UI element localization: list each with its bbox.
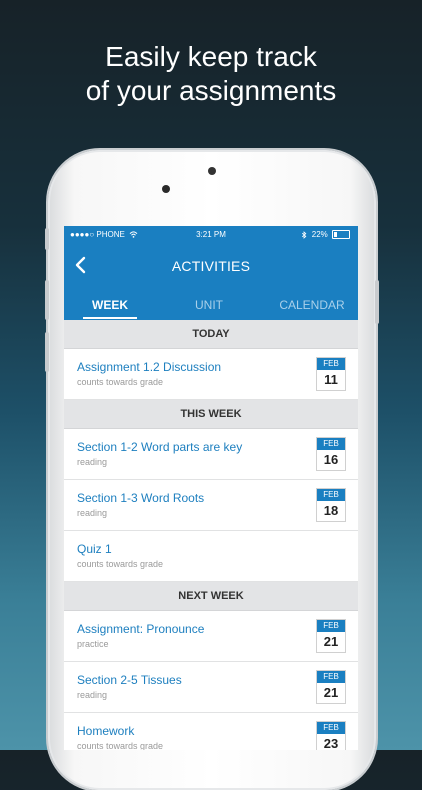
item-subtitle: reading <box>77 457 108 467</box>
item-subtitle: practice <box>77 639 109 649</box>
date-month: FEB <box>317 358 345 370</box>
item-title: Homework <box>77 724 135 738</box>
date-badge: FEB 18 <box>316 488 346 522</box>
date-day: 16 <box>323 452 339 467</box>
app-screen: ●●●●○ PHONE 3:21 PM 22% ACTIVITIES WEEK … <box>64 226 358 750</box>
item-title: Assignment: Pronounce <box>77 622 205 636</box>
list-item[interactable]: Quiz 1 counts towards grade <box>64 531 358 582</box>
list-item[interactable]: Section 2-5 Tissues reading FEB 21 <box>64 662 358 713</box>
promo-line-1: Easily keep track <box>105 41 317 72</box>
active-tab-indicator <box>83 317 137 319</box>
mute-switch <box>45 228 49 250</box>
date-day: 11 <box>324 372 338 387</box>
list-item[interactable]: Assignment: Pronounce practice FEB 21 <box>64 611 358 662</box>
date-badge: FEB 16 <box>316 437 346 471</box>
date-day: 21 <box>323 685 339 700</box>
power-button <box>375 280 379 324</box>
date-month: FEB <box>317 722 345 734</box>
tab-calendar[interactable]: CALENDAR <box>272 298 352 320</box>
bluetooth-icon <box>301 231 306 239</box>
tab-bar: WEEK UNIT CALENDAR <box>64 298 358 320</box>
date-month: FEB <box>317 489 345 501</box>
date-month: FEB <box>317 671 345 683</box>
promo-line-2: of your assignments <box>85 75 337 106</box>
item-title: Section 1-2 Word parts are key <box>77 440 243 454</box>
item-subtitle: counts towards grade <box>77 377 164 387</box>
battery-percent: 22% <box>311 230 328 239</box>
battery-status: 22% <box>301 230 350 240</box>
item-title: Section 2-5 Tissues <box>77 673 182 687</box>
activity-list: TODAY Assignment 1.2 Discussion counts t… <box>64 320 358 750</box>
date-day: 23 <box>323 736 339 750</box>
item-subtitle: counts towards grade <box>77 741 164 750</box>
status-bar: ●●●●○ PHONE 3:21 PM 22% <box>64 226 358 242</box>
item-subtitle: counts towards grade <box>77 559 164 569</box>
item-title: Quiz 1 <box>77 542 112 556</box>
date-badge: FEB 21 <box>316 670 346 704</box>
section-header-today: TODAY <box>64 320 358 349</box>
date-badge: FEB 23 <box>316 721 346 750</box>
page-title: ACTIVITIES <box>171 258 251 274</box>
list-item[interactable]: Section 1-2 Word parts are key reading F… <box>64 429 358 480</box>
date-day: 21 <box>323 634 339 649</box>
section-header-next-week: NEXT WEEK <box>64 582 358 611</box>
volume-down-button <box>45 332 49 372</box>
date-day: 18 <box>323 503 339 518</box>
date-badge: FEB 21 <box>316 619 346 653</box>
item-title: Section 1-3 Word Roots <box>77 491 205 505</box>
volume-up-button <box>45 280 49 320</box>
tab-unit[interactable]: UNIT <box>182 298 236 320</box>
battery-icon <box>332 230 350 240</box>
date-badge: FEB 11 <box>316 357 346 391</box>
date-month: FEB <box>317 438 345 450</box>
item-title: Assignment 1.2 Discussion <box>77 360 222 374</box>
list-item[interactable]: Assignment 1.2 Discussion counts towards… <box>64 349 358 400</box>
list-item[interactable]: Section 1-3 Word Roots reading FEB 18 <box>64 480 358 531</box>
proximity-sensor <box>208 167 216 175</box>
list-item[interactable]: Homework counts towards grade FEB 23 <box>64 713 358 750</box>
item-subtitle: reading <box>77 690 108 700</box>
section-header-this-week: THIS WEEK <box>64 400 358 429</box>
item-subtitle: reading <box>77 508 108 518</box>
date-month: FEB <box>317 620 345 632</box>
front-camera <box>162 185 170 193</box>
app-header: ●●●●○ PHONE 3:21 PM 22% ACTIVITIES WEEK … <box>64 226 358 320</box>
promo-headline: Easily keep track of your assignments <box>0 40 422 108</box>
